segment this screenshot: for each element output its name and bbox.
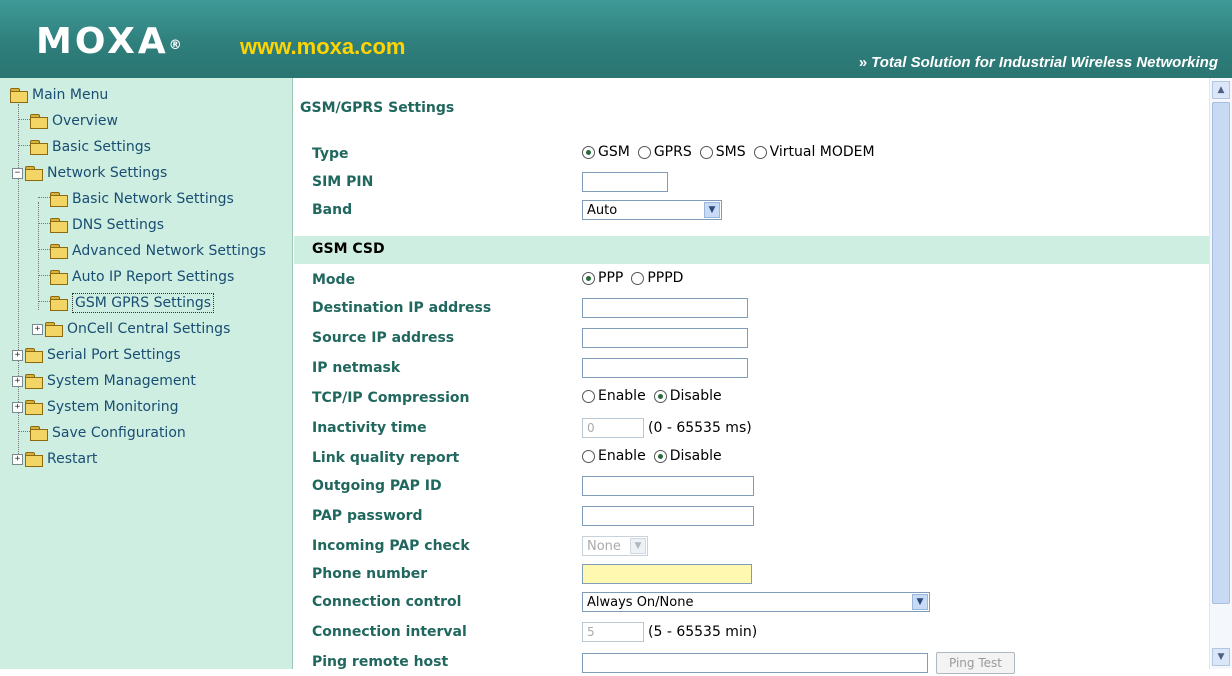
sidebar-tree: Main Menu Overview Basic Settings − Netw… <box>0 78 293 669</box>
connection-control-row: Connection control Always On/None ▼ <box>294 590 1209 616</box>
source-ip-input[interactable] <box>582 328 748 348</box>
folder-icon <box>50 270 68 285</box>
pap-password-row: PAP password <box>294 504 1209 530</box>
phone-row: Phone number <box>294 562 1209 588</box>
folder-icon <box>25 400 43 415</box>
destination-ip-input[interactable] <box>582 298 748 318</box>
link-quality-row: Link quality report Enable Disable <box>312 448 722 466</box>
folder-icon <box>25 348 43 363</box>
pap-check-row: Incoming PAP check None ▼ <box>294 534 1209 560</box>
expand-icon[interactable]: + <box>12 349 23 361</box>
inactivity-time-input[interactable] <box>582 418 644 438</box>
ping-host-row: Ping remote host Ping Test <box>294 650 1209 676</box>
sidebar-item-gsm-gprs-settings[interactable]: GSM GPRS Settings <box>50 292 215 314</box>
sidebar-item-save-configuration[interactable]: Save Configuration <box>30 422 186 444</box>
inactivity-row: Inactivity time (0 - 65535 ms) <box>294 416 1209 442</box>
settings-panel: GSM/GPRS Settings Type GSM GPRS SMS Virt… <box>294 78 1209 674</box>
header-banner: MOXA® www.moxa.com » Total Solution for I… <box>0 0 1232 78</box>
sidebar-item-serial-port-settings[interactable]: + Serial Port Settings <box>12 344 181 366</box>
folder-open-icon <box>25 166 43 181</box>
tcp-compression-row: TCP/IP Compression Enable Disable <box>312 388 722 406</box>
folder-open-icon <box>10 88 28 103</box>
source-ip-row: Source IP address <box>294 326 1209 352</box>
folder-icon <box>30 114 48 129</box>
section-gsm-csd: GSM CSD <box>294 236 1209 264</box>
tcp-compression-disable-radio[interactable]: Disable <box>653 388 722 404</box>
folder-icon <box>50 244 68 259</box>
sidebar-item-system-monitoring[interactable]: + System Monitoring <box>12 396 179 418</box>
sidebar-item-network-settings[interactable]: − Network Settings <box>12 162 167 184</box>
incoming-pap-check-select[interactable]: None ▼ <box>582 536 648 556</box>
tcp-compression-enable-radio[interactable]: Enable <box>582 388 646 404</box>
mode-row: Mode PPP PPPD <box>312 270 684 288</box>
folder-icon <box>25 452 43 467</box>
chevron-down-icon: ▼ <box>912 594 928 610</box>
folder-icon <box>45 322 63 337</box>
dest-ip-row: Destination IP address <box>294 296 1209 322</box>
moxa-url: www.moxa.com <box>240 34 406 59</box>
sidebar-item-system-management[interactable]: + System Management <box>12 370 196 392</box>
link-quality-disable-radio[interactable]: Disable <box>653 448 722 464</box>
phone-number-input[interactable] <box>582 564 752 584</box>
band-select[interactable]: Auto ▼ <box>582 200 722 220</box>
connection-control-select[interactable]: Always On/None ▼ <box>582 592 930 612</box>
double-chevron-icon: » <box>858 54 868 71</box>
type-gsm-radio[interactable]: GSM <box>582 144 630 160</box>
collapse-icon[interactable]: − <box>12 167 23 179</box>
type-row: Type GSM GPRS SMS Virtual MODEM <box>312 144 875 162</box>
sidebar-item-dns-settings[interactable]: DNS Settings <box>50 214 164 236</box>
sim-pin-input[interactable] <box>582 172 668 192</box>
sidebar-item-restart[interactable]: + Restart <box>12 448 97 470</box>
band-row: Band Auto ▼ <box>294 198 1209 224</box>
pap-id-row: Outgoing PAP ID <box>294 474 1209 500</box>
type-sms-radio[interactable]: SMS <box>699 144 746 160</box>
sidebar-item-overview[interactable]: Overview <box>30 110 118 132</box>
scrollbar-thumb[interactable] <box>1212 102 1230 604</box>
sidebar-item-main-menu[interactable]: Main Menu <box>10 84 108 106</box>
folder-icon <box>30 140 48 155</box>
folder-icon <box>50 296 68 311</box>
type-gprs-radio[interactable]: GPRS <box>637 144 692 160</box>
folder-icon <box>50 218 68 233</box>
folder-icon <box>25 374 43 389</box>
mode-ppp-radio[interactable]: PPP <box>582 270 623 286</box>
pap-password-input[interactable] <box>582 506 754 526</box>
expand-icon[interactable]: + <box>12 453 23 465</box>
ip-netmask-input[interactable] <box>582 358 748 378</box>
type-virtual-modem-radio[interactable]: Virtual MODEM <box>753 144 875 160</box>
inactivity-range-hint: (0 - 65535 ms) <box>648 420 752 436</box>
chevron-down-icon: ▼ <box>630 538 646 554</box>
sidebar-item-basic-network-settings[interactable]: Basic Network Settings <box>50 188 234 210</box>
netmask-row: IP netmask <box>294 356 1209 382</box>
connection-interval-input[interactable] <box>582 622 644 642</box>
ping-test-button[interactable]: Ping Test <box>936 652 1015 674</box>
scroll-down-icon[interactable]: ▼ <box>1212 648 1230 666</box>
sidebar-item-basic-settings[interactable]: Basic Settings <box>30 136 151 158</box>
expand-icon[interactable]: + <box>32 323 43 335</box>
sidebar-item-advanced-network-settings[interactable]: Advanced Network Settings <box>50 240 266 262</box>
connection-interval-row: Connection interval (5 - 65535 min) <box>294 620 1209 646</box>
sim-pin-row: SIM PIN <box>294 170 1209 196</box>
link-quality-enable-radio[interactable]: Enable <box>582 448 646 464</box>
outgoing-pap-id-input[interactable] <box>582 476 754 496</box>
vertical-scrollbar[interactable]: ▲ ▼ <box>1209 78 1232 669</box>
folder-icon <box>30 426 48 441</box>
moxa-logo: MOXA® <box>36 21 182 62</box>
tagline: » Total Solution for Industrial Wireless … <box>858 54 1218 71</box>
expand-icon[interactable]: + <box>12 401 23 413</box>
connection-interval-range-hint: (5 - 65535 min) <box>648 624 758 640</box>
expand-icon[interactable]: + <box>12 375 23 387</box>
folder-icon <box>50 192 68 207</box>
sidebar-item-auto-ip-report-settings[interactable]: Auto IP Report Settings <box>50 266 234 288</box>
sidebar-item-oncell-central-settings[interactable]: + OnCell Central Settings <box>32 318 230 340</box>
ping-remote-host-input[interactable] <box>582 653 928 673</box>
chevron-down-icon: ▼ <box>704 202 720 218</box>
page-title: GSM/GPRS Settings <box>300 100 455 116</box>
mode-pppd-radio[interactable]: PPPD <box>631 270 683 286</box>
scroll-up-icon[interactable]: ▲ <box>1212 81 1230 99</box>
